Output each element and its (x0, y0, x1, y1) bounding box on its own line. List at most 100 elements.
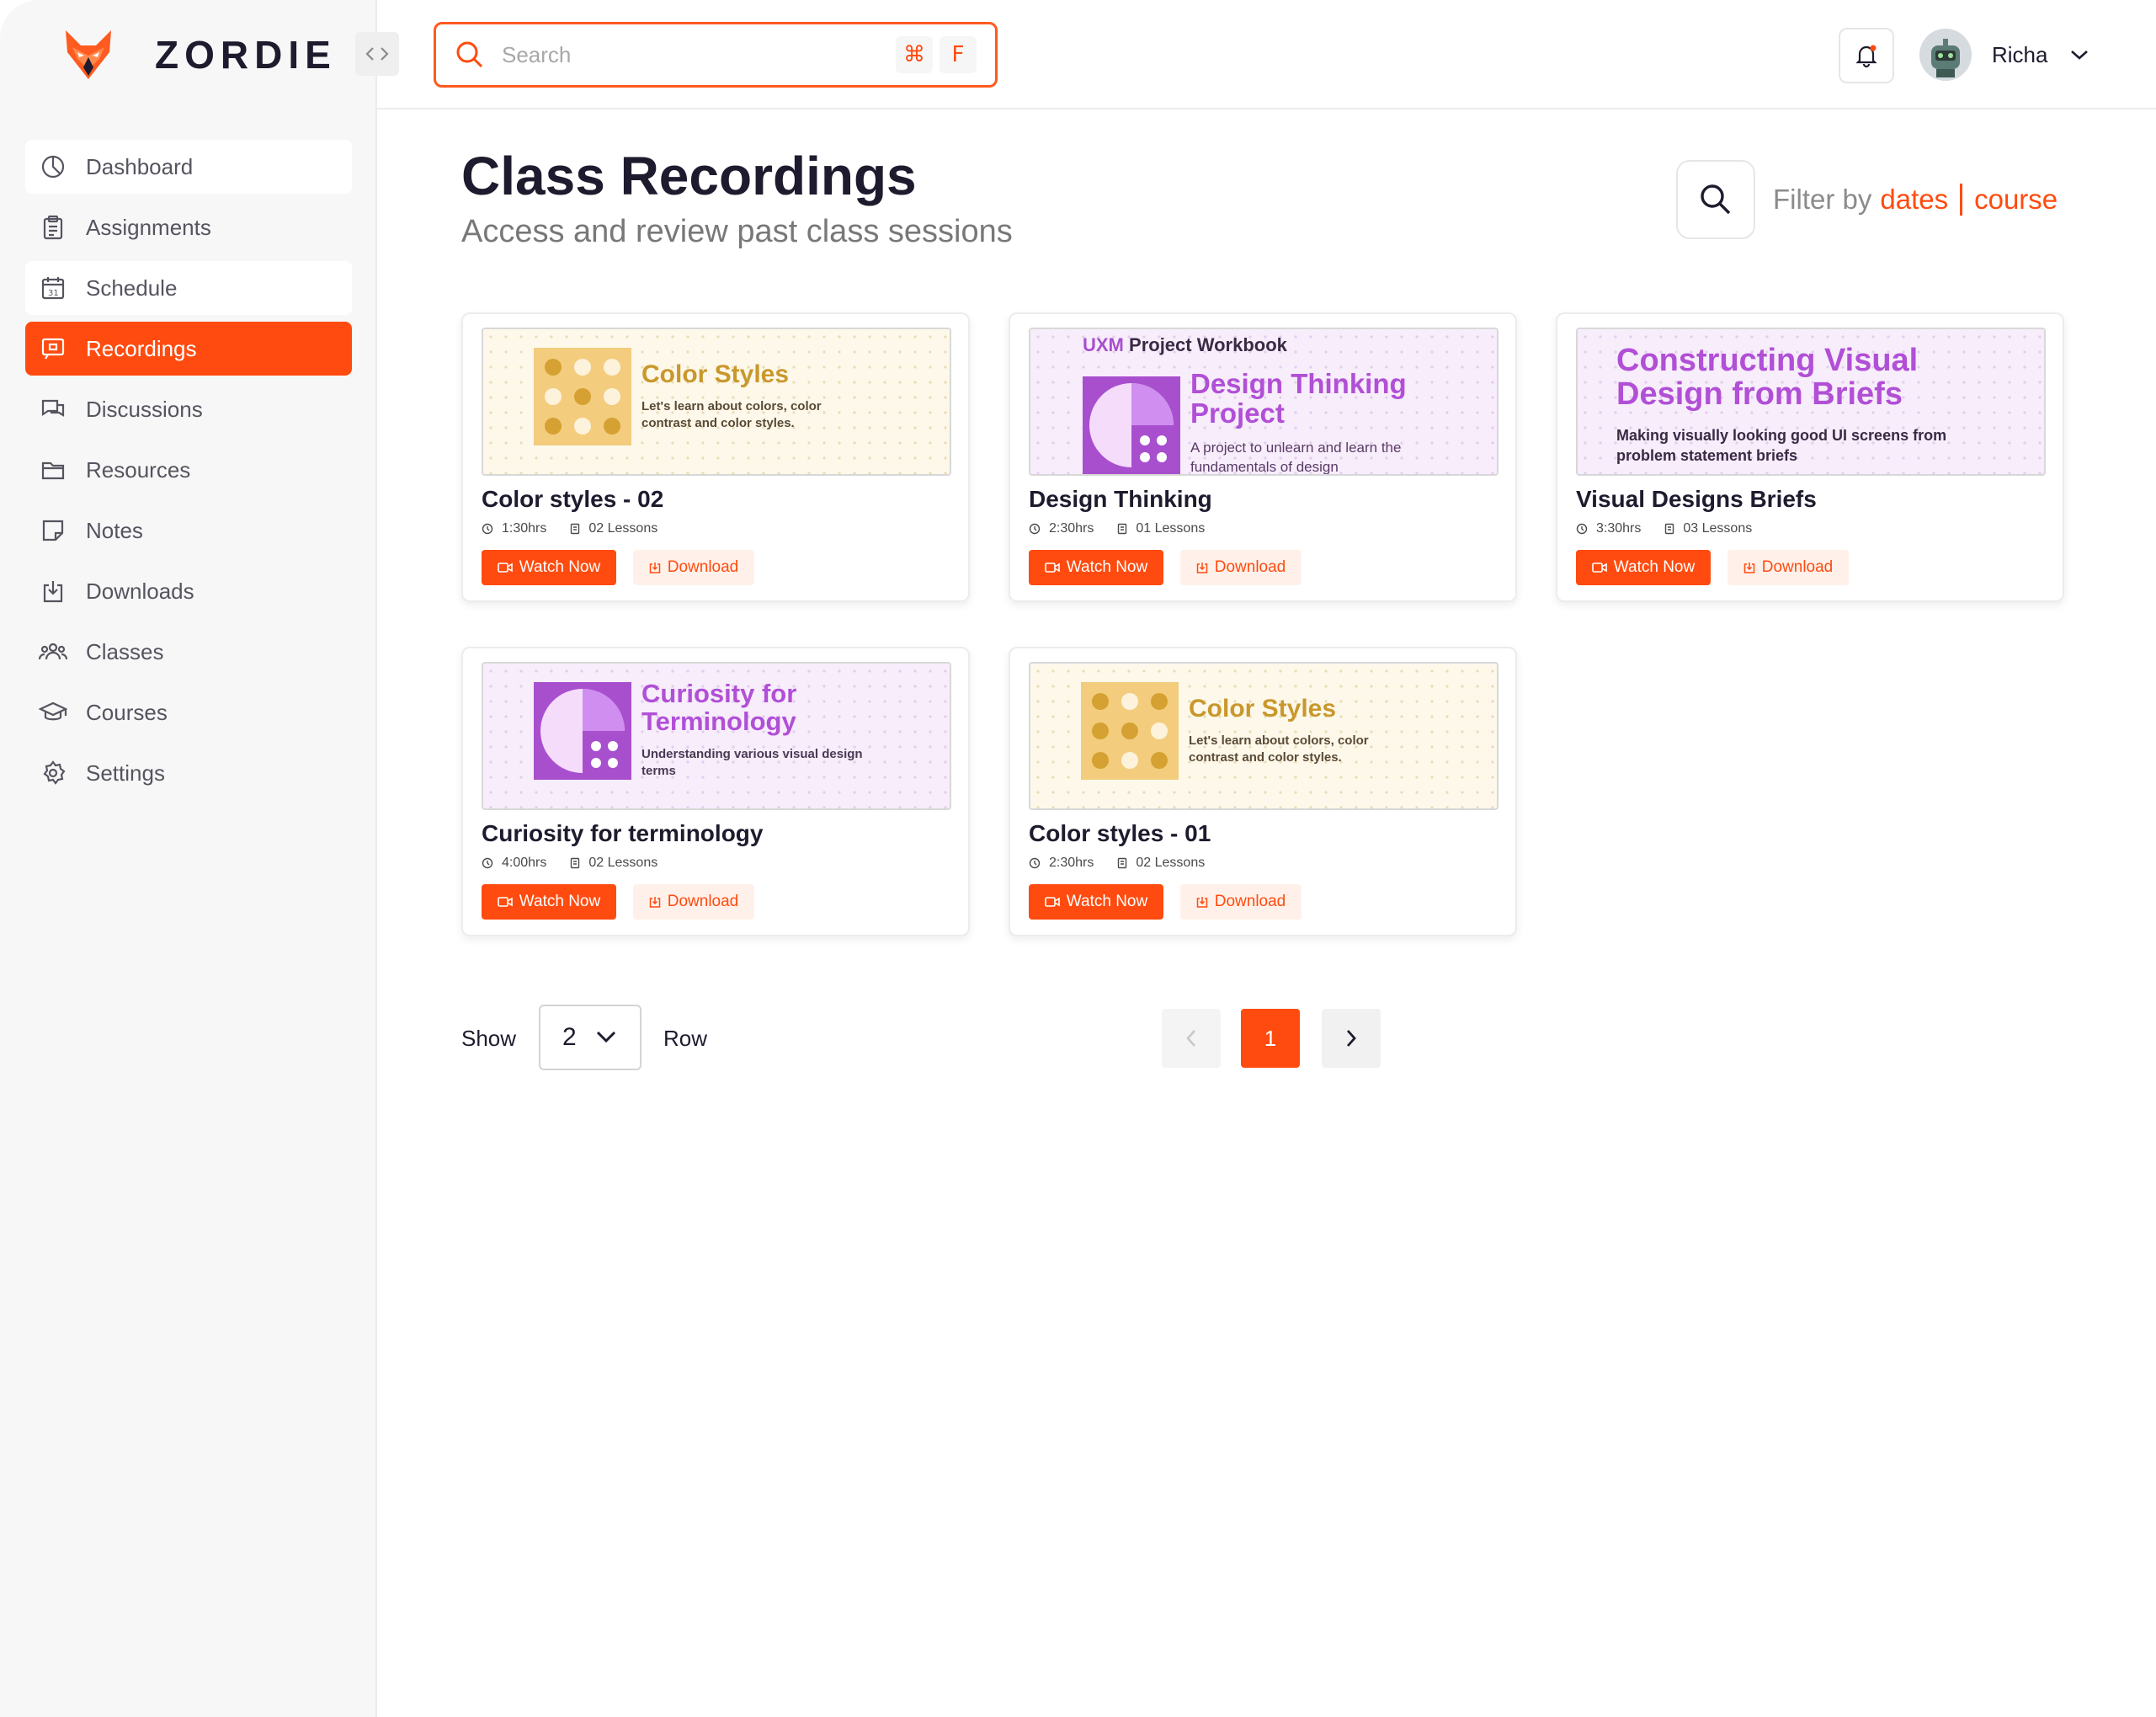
thumbnail-description: Let's learn about colors, color contrast… (641, 399, 822, 431)
thumbnail-tag: UXM Project Workbook (1083, 334, 1287, 356)
dots-illustration (534, 348, 631, 445)
rows-per-page-select[interactable]: 2 (539, 1005, 641, 1070)
sidebar-item-label: Resources (86, 456, 191, 483)
sidebar-item-label: Schedule (86, 275, 178, 301)
card-lessons: 01 Lessons (1136, 521, 1206, 536)
sidebar-item-notes[interactable]: Notes (25, 504, 352, 557)
brand[interactable]: ZORDIE (61, 24, 337, 86)
recording-card: Color Styles Let's learn about colors, c… (1009, 647, 1517, 936)
sidebar-item-label: Recordings (86, 335, 197, 361)
card-meta: 2:30hrs 01 Lessons (1029, 521, 1205, 536)
recording-card: UXM Project Workbook Design Thinking Pro… (1009, 312, 1517, 602)
recording-icon (39, 334, 67, 363)
thumbnail-tag-accent: UXM (1083, 334, 1124, 355)
search-bar[interactable]: ⌘ F (434, 22, 998, 88)
sidebar-item-schedule[interactable]: 31 Schedule (25, 261, 352, 315)
bell-icon (1855, 45, 1877, 68)
recording-card: Curiosity for Terminology Understanding … (461, 647, 970, 936)
search-input[interactable] (502, 41, 889, 68)
graduation-cap-icon (39, 698, 67, 727)
watch-now-button[interactable]: Watch Now (482, 550, 616, 585)
sidebar: ZORDIE Dashboard Assignments 31 Schedule… (0, 0, 377, 1717)
filter-divider (1960, 184, 1963, 216)
card-meta: 4:00hrs 02 Lessons (482, 856, 657, 871)
shortcut-f-key: F (940, 36, 977, 73)
sidebar-item-label: Discussions (86, 396, 203, 422)
page-button-current[interactable]: 1 (1241, 1009, 1300, 1068)
sidebar-item-dashboard[interactable]: Dashboard (25, 140, 352, 194)
sidebar-item-assignments[interactable]: Assignments (25, 200, 352, 254)
shortcut-command-key: ⌘ (896, 36, 933, 73)
sidebar-nav: Dashboard Assignments 31 Schedule Record… (25, 140, 352, 807)
card-title: Curiosity for terminology (482, 820, 764, 846)
thumbnail-description: Making visually looking good UI screens … (1616, 427, 1947, 465)
recording-thumbnail[interactable]: Constructing Visual Design from Briefs M… (1576, 328, 2046, 476)
download-button[interactable]: Download (1727, 550, 1849, 585)
lessons-icon (570, 857, 580, 869)
download-icon (39, 577, 67, 605)
card-meta: 2:30hrs 02 Lessons (1029, 856, 1205, 871)
sidebar-item-label: Settings (86, 760, 165, 786)
user-menu[interactable]: Richa (1919, 29, 2089, 81)
filter-dates-link[interactable]: dates (1880, 184, 1948, 216)
watch-now-button[interactable]: Watch Now (1576, 550, 1711, 585)
sidebar-item-discussions[interactable]: Discussions (25, 382, 352, 436)
recording-card: Color Styles Let's learn about colors, c… (461, 312, 970, 602)
top-header: ⌘ F Richa (377, 0, 2156, 109)
thumbnail-description: Let's learn about colors, color contrast… (1189, 733, 1369, 765)
download-icon (1196, 896, 1208, 908)
previous-page-button[interactable] (1162, 1009, 1221, 1068)
download-button[interactable]: Download (1180, 550, 1302, 585)
gear-icon (39, 759, 67, 787)
users-icon (39, 637, 67, 666)
recording-thumbnail[interactable]: Color Styles Let's learn about colors, c… (482, 328, 951, 476)
card-duration: 3:30hrs (1596, 521, 1642, 536)
card-lessons: 02 Lessons (588, 521, 658, 536)
next-page-button[interactable] (1322, 1009, 1381, 1068)
download-button[interactable]: Download (633, 884, 754, 920)
sidebar-item-recordings[interactable]: Recordings (25, 322, 352, 376)
robot-avatar-icon (1919, 29, 1972, 81)
thumbnail-heading: Constructing Visual Design from Briefs (1616, 343, 1919, 412)
sidebar-item-courses[interactable]: Courses (25, 685, 352, 739)
watch-now-button[interactable]: Watch Now (1029, 550, 1163, 585)
watch-now-label: Watch Now (1613, 558, 1696, 576)
sidebar-item-resources[interactable]: Resources (25, 443, 352, 497)
pie-illustration (1083, 376, 1180, 474)
lessons-icon (570, 523, 580, 535)
current-page-number: 1 (1264, 1025, 1277, 1051)
filter-bar: Filter by dates course (1773, 184, 2058, 216)
filter-course-link[interactable]: course (1974, 184, 2058, 216)
card-meta: 1:30hrs 02 Lessons (482, 521, 657, 536)
download-button[interactable]: Download (633, 550, 754, 585)
sidebar-item-label: Classes (86, 638, 164, 664)
watch-now-label: Watch Now (519, 893, 601, 910)
dots-illustration (1081, 682, 1179, 780)
clock-icon (482, 523, 493, 535)
sidebar-item-classes[interactable]: Classes (25, 625, 352, 679)
thumbnail-heading: Design Thinking Project (1190, 368, 1407, 429)
sidebar-collapse-button[interactable] (355, 32, 399, 76)
recording-thumbnail[interactable]: Curiosity for Terminology Understanding … (482, 662, 951, 810)
download-label: Download (1214, 558, 1286, 576)
watch-now-label: Watch Now (519, 558, 601, 576)
filter-search-button[interactable] (1676, 160, 1755, 239)
recording-thumbnail[interactable]: Color Styles Let's learn about colors, c… (1029, 662, 1499, 810)
watch-now-button[interactable]: Watch Now (482, 884, 616, 920)
note-icon (39, 516, 67, 545)
sidebar-item-settings[interactable]: Settings (25, 746, 352, 800)
recording-thumbnail[interactable]: UXM Project Workbook Design Thinking Pro… (1029, 328, 1499, 476)
watch-now-button[interactable]: Watch Now (1029, 884, 1163, 920)
clock-icon (1576, 523, 1588, 535)
rows-per-page-value: 2 (562, 1023, 577, 1051)
download-icon (1196, 562, 1208, 573)
download-button[interactable]: Download (1180, 884, 1302, 920)
filter-label: Filter by (1773, 184, 1872, 215)
sidebar-item-label: Downloads (86, 578, 194, 604)
show-label: Show (461, 1026, 517, 1051)
card-title: Color styles - 02 (482, 486, 664, 512)
notifications-button[interactable] (1839, 28, 1894, 83)
card-duration: 1:30hrs (502, 521, 547, 536)
sidebar-item-downloads[interactable]: Downloads (25, 564, 352, 618)
avatar (1919, 29, 1972, 81)
